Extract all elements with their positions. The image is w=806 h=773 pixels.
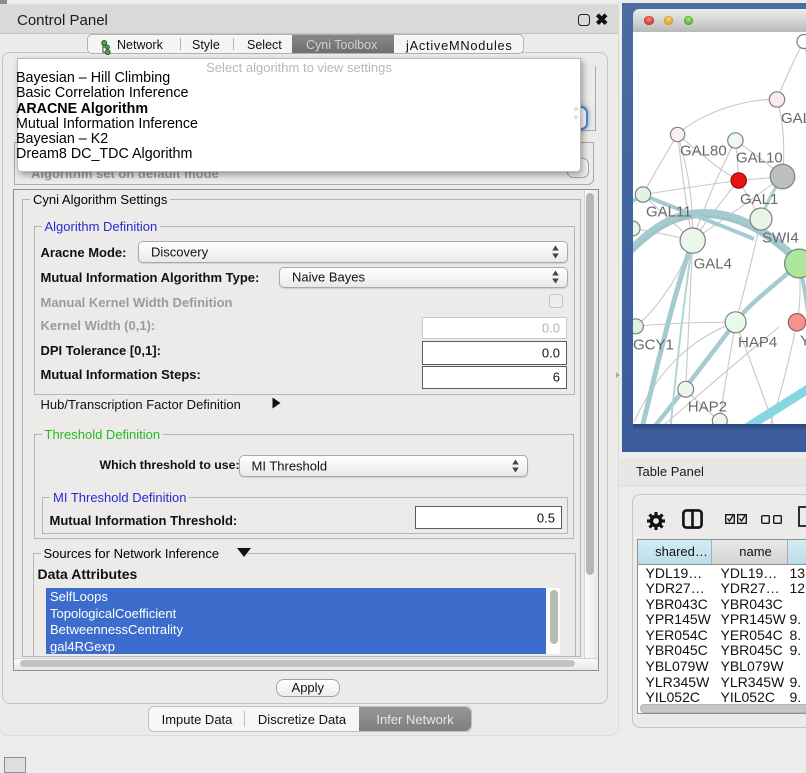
svg-text:SWI4: SWI4: [762, 229, 799, 246]
svg-text:GAL11: GAL11: [646, 203, 692, 220]
svg-text:GAL1: GAL1: [740, 191, 778, 208]
svg-text:HAP2: HAP2: [688, 398, 727, 415]
svg-text:GAL10: GAL10: [736, 149, 783, 166]
svg-text:GAL80: GAL80: [680, 142, 727, 159]
svg-text:HAP4: HAP4: [738, 334, 777, 351]
svg-text:YM: YM: [800, 332, 806, 349]
svg-text:GAL7: GAL7: [781, 110, 806, 127]
svg-text:GCY1: GCY1: [633, 336, 674, 353]
svg-text:GAL4: GAL4: [694, 255, 732, 272]
